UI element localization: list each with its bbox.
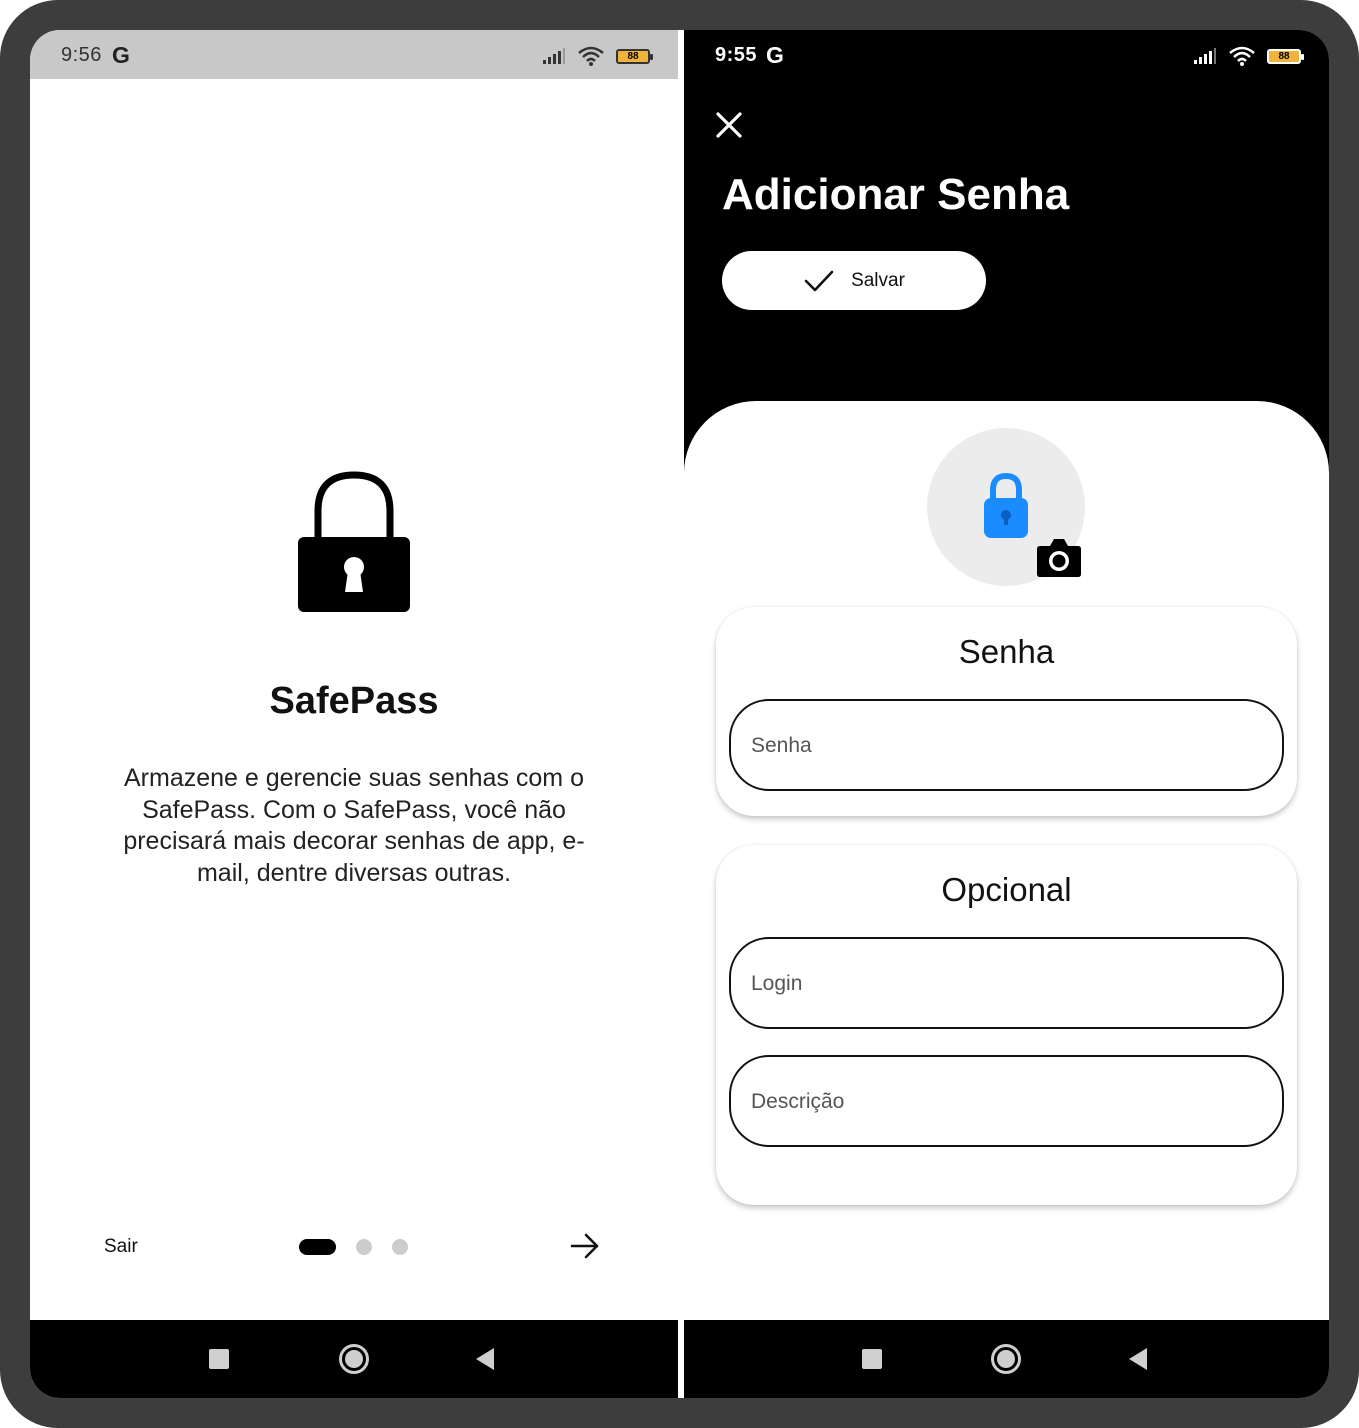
home-circle-icon[interactable] [991, 1344, 1021, 1374]
password-input[interactable] [749, 701, 1253, 791]
close-icon[interactable] [714, 110, 744, 140]
login-field[interactable] [729, 937, 1284, 1029]
page-title: Adicionar Senha [722, 170, 1070, 219]
wifi-icon [1229, 46, 1255, 66]
wifi-icon [578, 46, 604, 66]
lock-icon [298, 471, 410, 612]
onboarding-screen: 9:56 G 88 SafePass Armazene e gerencie s… [30, 30, 678, 1398]
page-indicator [299, 1239, 408, 1255]
save-button-label: Salvar [851, 269, 905, 291]
recents-square-icon[interactable] [209, 1349, 229, 1369]
optional-card-title: Opcional [941, 871, 1072, 908]
camera-icon[interactable] [1036, 536, 1082, 578]
check-icon [804, 270, 834, 291]
signal-icon [543, 48, 565, 64]
login-input[interactable] [749, 939, 1253, 1029]
google-icon: G [112, 42, 130, 68]
recents-square-icon[interactable] [862, 1349, 882, 1369]
page-dot[interactable] [356, 1239, 372, 1255]
password-card: Senha [716, 607, 1297, 816]
status-time: 9:56 [61, 44, 102, 66]
add-password-screen: 9:55 G 88 Adicionar Senha Salvar Senha S… [684, 30, 1329, 1398]
exit-button[interactable]: Sair [104, 1236, 138, 1258]
description-field[interactable] [729, 1055, 1284, 1147]
page-dot-active[interactable] [299, 1239, 336, 1255]
password-card-title: Senha [958, 633, 1055, 670]
description-input[interactable] [749, 1057, 1253, 1147]
google-icon: G [766, 42, 784, 68]
signal-icon [1194, 48, 1216, 64]
arrow-right-icon[interactable] [569, 1230, 601, 1262]
app-description: Armazene e gerencie suas senhas com o Sa… [123, 764, 585, 887]
save-button[interactable]: Salvar [722, 251, 986, 310]
optional-card: Opcional [716, 845, 1297, 1205]
back-triangle-icon[interactable] [476, 1348, 494, 1370]
device-frame: 9:56 G 88 SafePass Armazene e gerencie s… [0, 0, 1359, 1428]
status-icons: 88 [1193, 46, 1304, 66]
status-icons: 88 [542, 46, 653, 66]
page-dot[interactable] [392, 1239, 408, 1255]
status-bar: 9:55 G 88 [684, 30, 1329, 79]
lock-icon [984, 472, 1028, 538]
battery-icon: 88 [1267, 48, 1304, 64]
home-circle-icon[interactable] [339, 1344, 369, 1374]
password-field[interactable] [729, 699, 1284, 791]
back-triangle-icon[interactable] [1129, 1348, 1147, 1370]
status-time: 9:55 [715, 44, 758, 66]
status-bar: 9:56 G 88 [30, 30, 678, 79]
app-title: SafePass [269, 680, 439, 722]
system-nav-bar [684, 1320, 1329, 1398]
battery-icon: 88 [616, 48, 653, 64]
system-nav-bar [30, 1320, 678, 1398]
